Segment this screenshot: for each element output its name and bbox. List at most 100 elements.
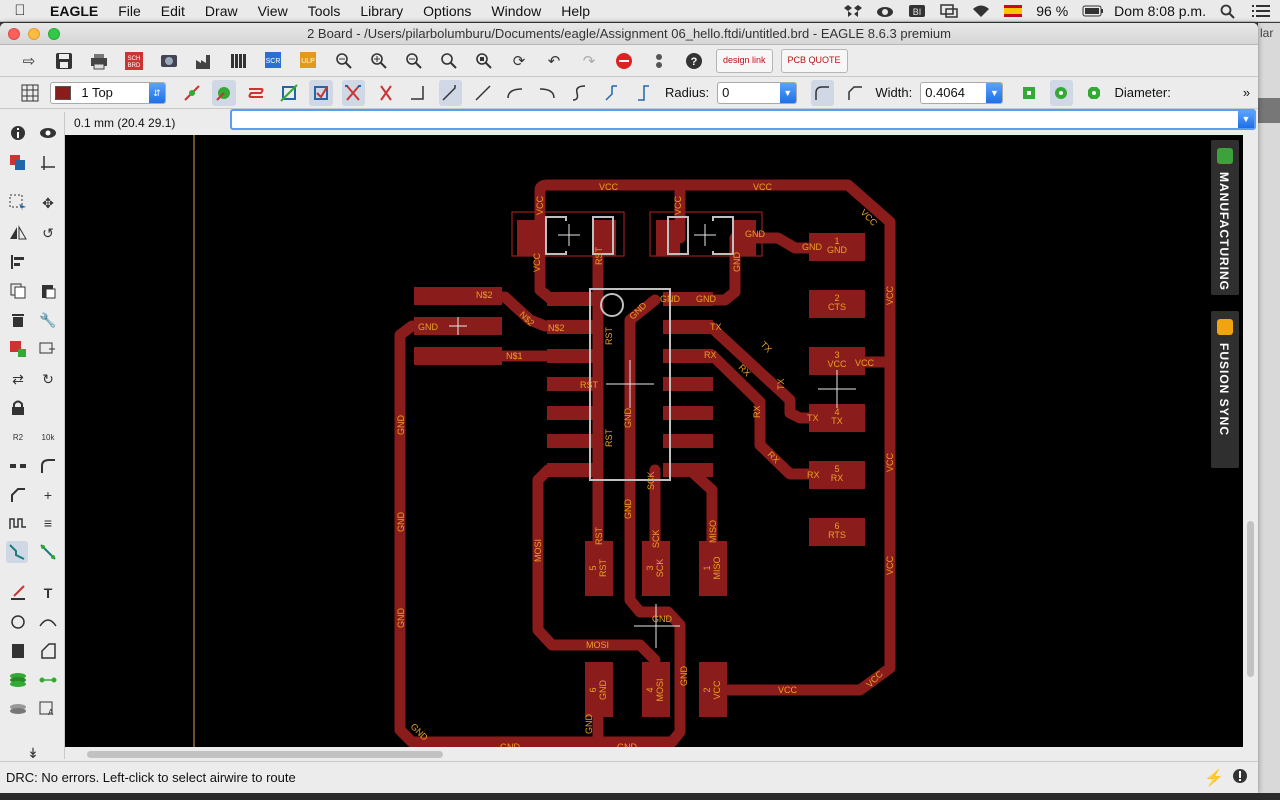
bend-follow-a-icon[interactable] xyxy=(600,80,623,106)
cloud-sync-icon[interactable] xyxy=(876,4,894,18)
lightning-stop-icon[interactable]: ⚡ xyxy=(1204,768,1224,788)
notification-center-icon[interactable] xyxy=(1252,4,1270,18)
layer-select-arrow-icon[interactable]: ⇵ xyxy=(148,82,165,103)
miter-corner-icon[interactable] xyxy=(843,80,866,106)
manufacturing-panel-tab[interactable]: MANUFACTURING xyxy=(1211,140,1239,295)
zoom-in-icon[interactable] xyxy=(366,48,392,74)
align-icon[interactable] xyxy=(7,251,29,273)
screen-mirror-icon[interactable] xyxy=(940,3,958,18)
design-link-button[interactable]: design link xyxy=(716,48,773,73)
replace-part-icon[interactable] xyxy=(37,338,59,360)
run-ulp-icon[interactable]: ULP xyxy=(296,48,322,74)
redraw-icon[interactable]: ⟳ xyxy=(506,48,532,74)
route-via-icon[interactable] xyxy=(212,79,236,106)
horizontal-scroll-thumb[interactable] xyxy=(87,751,443,758)
pcb-quote-button[interactable]: PCB QUOTE xyxy=(780,48,848,73)
bend-straight-icon[interactable] xyxy=(471,80,494,106)
hole-tool-icon[interactable] xyxy=(7,698,29,720)
minimize-window-button[interactable] xyxy=(28,28,40,40)
copy-icon[interactable] xyxy=(7,280,29,302)
rectangle-tool-icon[interactable] xyxy=(7,640,29,662)
split-icon[interactable] xyxy=(7,455,29,477)
sch-brd-switch-icon[interactable]: SCH BRD xyxy=(121,48,147,74)
spotlight-search-icon[interactable] xyxy=(1220,4,1238,19)
zoom-out-icon[interactable] xyxy=(401,48,427,74)
menu-help[interactable]: Help xyxy=(551,0,600,22)
battery-icon[interactable] xyxy=(1082,4,1104,18)
line-tool-icon[interactable] xyxy=(7,582,29,604)
signal-tool-icon[interactable] xyxy=(37,669,59,691)
width-combo[interactable]: 0.4064 ▼ xyxy=(920,81,1004,104)
show-eye-icon[interactable] xyxy=(37,122,59,144)
menu-window[interactable]: Window xyxy=(481,0,551,22)
menu-library[interactable]: Library xyxy=(350,0,413,22)
apple-menu-icon[interactable]:  xyxy=(0,2,40,19)
lock-icon[interactable] xyxy=(7,397,29,419)
bend-45-icon[interactable] xyxy=(438,79,462,106)
lock-rotate-icon[interactable]: ↻ xyxy=(37,368,59,390)
help-icon[interactable]: ? xyxy=(681,48,707,74)
group-select-icon[interactable] xyxy=(7,192,29,214)
zoom-fit-icon[interactable] xyxy=(331,48,357,74)
layer-select[interactable]: 1 Top ⇵ xyxy=(50,81,166,104)
stop-command-icon[interactable] xyxy=(611,48,637,74)
bus-icon[interactable]: ≡ xyxy=(37,512,59,534)
cam-processor-icon[interactable] xyxy=(156,48,182,74)
mark-icon[interactable] xyxy=(37,152,59,174)
display-layers-icon[interactable] xyxy=(7,152,29,174)
redo-icon[interactable]: ↷ xyxy=(576,48,602,74)
info-status-icon[interactable] xyxy=(1232,768,1248,788)
bend-arc-a-icon[interactable] xyxy=(503,80,526,106)
delete-trash-icon[interactable] xyxy=(7,309,29,331)
value-10k-icon[interactable]: 10k xyxy=(37,426,59,448)
paste-icon[interactable] xyxy=(37,280,59,302)
horizontal-scrollbar[interactable] xyxy=(65,747,1243,761)
meander-icon[interactable] xyxy=(7,512,29,534)
text-tool-icon[interactable]: T xyxy=(37,582,59,604)
via-octagon-icon[interactable] xyxy=(1082,80,1105,106)
route-ripup-icon[interactable] xyxy=(180,80,203,106)
print-icon[interactable] xyxy=(86,48,112,74)
flag-spain-icon[interactable] xyxy=(1004,4,1023,18)
dropbox-icon[interactable] xyxy=(844,4,863,18)
keyboard-bi-icon[interactable]: BI xyxy=(908,4,926,18)
undo-icon[interactable]: ↶ xyxy=(541,48,567,74)
ripup-icon[interactable] xyxy=(37,541,59,563)
toolbar-overflow-icon[interactable]: » xyxy=(1243,85,1250,100)
route-walkaround-icon[interactable] xyxy=(245,80,268,106)
vertical-scrollbar[interactable] xyxy=(1243,135,1258,747)
library-manager-icon[interactable] xyxy=(226,48,252,74)
wrench-icon[interactable]: 🔧 xyxy=(37,309,59,331)
route-push-obstacles-icon[interactable] xyxy=(309,79,333,106)
menu-options[interactable]: Options xyxy=(413,0,481,22)
via-square-icon[interactable] xyxy=(1017,80,1040,106)
zoom-window-button[interactable] xyxy=(48,28,60,40)
close-window-button[interactable] xyxy=(8,28,20,40)
width-dropdown-icon[interactable]: ▼ xyxy=(986,82,1003,103)
round-corner-icon[interactable] xyxy=(810,79,835,106)
menu-edit[interactable]: Edit xyxy=(151,0,195,22)
optimize-icon[interactable] xyxy=(7,484,29,506)
wifi-icon[interactable] xyxy=(972,4,990,18)
menu-tools[interactable]: Tools xyxy=(298,0,351,22)
command-history-dropdown-icon[interactable]: ▼ xyxy=(1238,111,1254,128)
save-icon[interactable] xyxy=(51,48,77,74)
menu-file[interactable]: File xyxy=(108,0,151,22)
board-canvas[interactable]: VCC VCC VCC VCC VCC VCC VCC VCC VCC VCC … xyxy=(65,135,1243,747)
route-meander-icon[interactable]: + xyxy=(37,484,59,506)
add-part-icon[interactable] xyxy=(7,338,29,360)
go-command-icon[interactable] xyxy=(646,48,672,74)
bend-arc-b-icon[interactable] xyxy=(536,80,559,106)
fusion-sync-panel-tab[interactable]: FUSION SYNC xyxy=(1211,311,1239,468)
route-bend-mode-b-icon[interactable] xyxy=(374,80,397,106)
run-script-icon[interactable]: SCR xyxy=(261,48,287,74)
radius-combo[interactable]: 0 ▼ xyxy=(717,81,797,104)
rotate-icon[interactable]: ↺ xyxy=(37,222,59,244)
grid-icon[interactable] xyxy=(18,80,41,106)
arc-tool-icon[interactable] xyxy=(37,611,59,633)
clock[interactable]: Dom 8:08 p.m. xyxy=(1114,3,1206,19)
command-line-input[interactable]: ▼ xyxy=(230,109,1256,130)
attribute-tool-icon[interactable]: A xyxy=(37,698,59,720)
menu-draw[interactable]: Draw xyxy=(195,0,248,22)
miter-icon[interactable] xyxy=(37,455,59,477)
